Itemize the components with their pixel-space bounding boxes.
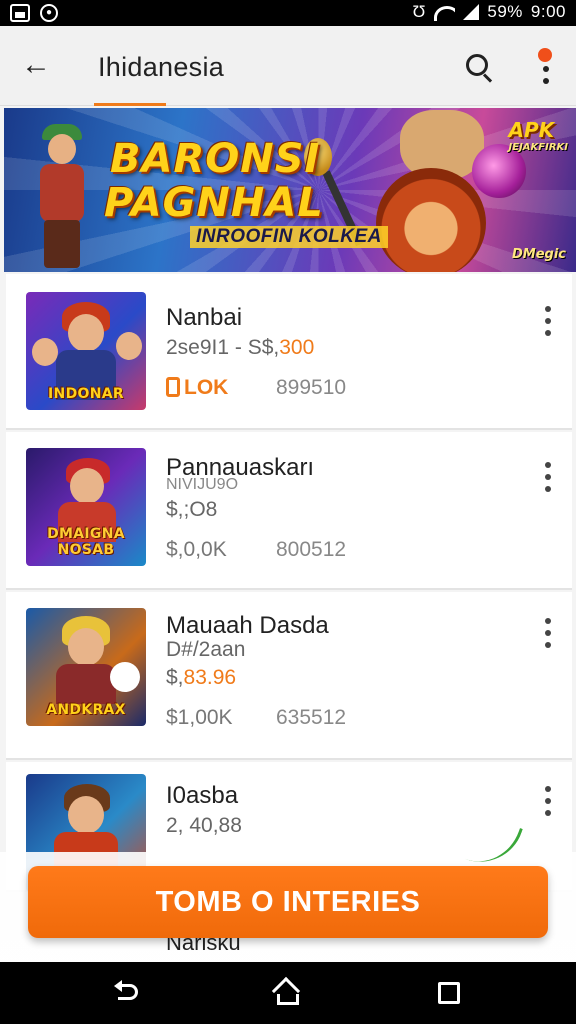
item-price-line: $,83.96 — [166, 666, 237, 689]
banner-subtitle: INROOFIN KOLKEA — [190, 226, 388, 248]
item-menu-button[interactable] — [542, 786, 554, 816]
title-underline — [94, 103, 166, 106]
back-button[interactable]: ← — [18, 50, 54, 82]
overflow-menu-button[interactable] — [536, 48, 556, 88]
banner-tag: APK JEJAKFIRKI — [508, 118, 568, 153]
battery-level: 59% — [487, 2, 523, 21]
item-subtitle: 2, 40,88 — [166, 814, 242, 837]
item-title: Nanbai — [166, 304, 243, 331]
banner-corner-logo: DMegic — [511, 247, 566, 262]
lock-icon — [166, 377, 180, 397]
item-meta: $,0,0K 800512 — [166, 538, 347, 561]
item-subtitle: NIVIJU9O — [166, 476, 239, 493]
item-price-line: $,;O8 — [166, 498, 218, 521]
banner-title-line1: BARONSI — [110, 136, 321, 182]
item-title: Mauaah Dasda — [166, 612, 329, 639]
banner-title-line2: PAGNHAL — [104, 180, 324, 226]
item-menu-button[interactable] — [542, 306, 554, 336]
signal-icon — [463, 4, 480, 20]
clock: 9:00 — [530, 2, 566, 21]
list-item[interactable]: DMAIGNA NOSAB Pannauaskarı NIVIJU9O $,;O… — [6, 432, 572, 590]
status-bar: ● Ʊ 59% 9:00 — [0, 0, 576, 26]
promo-banner[interactable]: BARONSI PAGNHAL INROOFIN KOLKEA APK JEJAK… — [4, 108, 576, 272]
list-item[interactable]: INDONAR Nanbai 2se9I1 - S$,300 LOK 89951… — [6, 274, 572, 430]
item-thumbnail: INDONAR — [26, 292, 146, 410]
app-bar: ← Ihidanesia — [0, 26, 576, 106]
nav-home-button[interactable] — [271, 976, 302, 1006]
item-menu-button[interactable] — [542, 618, 554, 648]
nav-back-button[interactable] — [114, 980, 140, 1004]
item-thumbnail: ANDKRAX — [26, 608, 146, 726]
alarm-icon: Ʊ — [412, 2, 426, 21]
gallery-icon — [10, 4, 30, 22]
item-meta: LOK 899510 — [166, 376, 346, 400]
item-title: I0asba — [166, 782, 239, 809]
item-subtitle: 2se9I1 - S$,300 — [166, 336, 315, 359]
item-meta: $1,00K 635512 — [166, 706, 347, 729]
notification-icon: ● — [40, 4, 58, 22]
system-nav-bar — [0, 962, 576, 1024]
item-thumbnail: DMAIGNA NOSAB — [26, 448, 146, 566]
item-menu-button[interactable] — [542, 462, 554, 492]
banner-character-hero — [22, 120, 102, 270]
wifi-icon — [433, 3, 456, 21]
page-title: Ihidanesia — [98, 52, 225, 82]
arrow-left-icon: ← — [21, 48, 51, 81]
item-subtitle: D#/2aan — [166, 638, 246, 661]
list-item[interactable]: ANDKRAX Mauaah Dasda D#/2aan $,83.96 $1,… — [6, 592, 572, 760]
search-button[interactable] — [464, 52, 496, 84]
notification-badge — [538, 48, 552, 62]
banner-character-lion — [376, 168, 486, 272]
nav-recents-button[interactable] — [438, 982, 460, 1004]
primary-cta-button[interactable]: TOMB O INTERIES — [28, 866, 548, 938]
